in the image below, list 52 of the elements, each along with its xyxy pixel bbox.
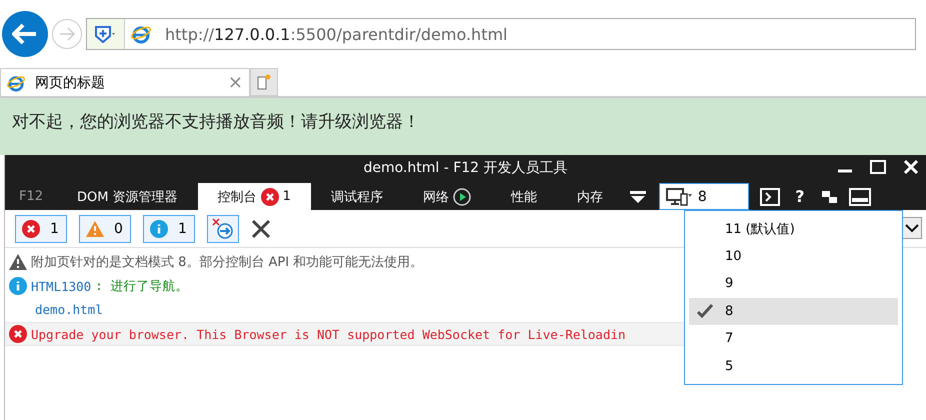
- info-icon: [150, 220, 168, 238]
- address-bar[interactable]: http://127.0.0.1:5500/parentdir/demo.html: [86, 18, 916, 50]
- info-icon: [9, 277, 27, 295]
- document-mode-dropdown[interactable]: 8: [658, 183, 749, 210]
- help-button[interactable]: ?: [784, 183, 815, 210]
- devtools-tab[interactable]: 控制台 1: [198, 183, 311, 210]
- error-icon: [9, 325, 27, 343]
- menu-option[interactable]: 11 (默认值): [689, 215, 898, 242]
- page-message: 对不起，您的浏览器不支持播放音频！请升级浏览器！: [0, 98, 926, 155]
- new-page-icon: [257, 74, 271, 90]
- menu-option[interactable]: 8: [689, 298, 898, 325]
- warning-icon: [86, 220, 104, 236]
- shield-icon[interactable]: [87, 19, 125, 49]
- devtools-tab[interactable]: 内存: [556, 183, 623, 210]
- console-message: Upgrade your browser. This Browser is NOT supported WebSocket for Live-Reloadin: [31, 326, 626, 342]
- menu-option[interactable]: 7: [689, 325, 898, 352]
- maximize-icon[interactable]: [870, 159, 886, 175]
- error-icon: [22, 220, 40, 238]
- error-icon: [260, 188, 279, 206]
- message-filter-button[interactable]: 1: [143, 214, 195, 242]
- devtools-tab[interactable]: 调试程序: [310, 183, 403, 210]
- close-icon[interactable]: [904, 159, 918, 175]
- source-link[interactable]: demo.html: [35, 302, 103, 317]
- new-tab-button[interactable]: [250, 68, 278, 96]
- devtools-tab[interactable]: 网络: [402, 183, 491, 210]
- menu-option[interactable]: 10: [689, 242, 898, 270]
- browser-logo-icon: [7, 74, 25, 92]
- tab-title: 网页的标题: [35, 74, 106, 92]
- browser-logo-icon: [131, 24, 151, 44]
- url-text: http://127.0.0.1:5500/parentdir/demo.html: [165, 24, 508, 44]
- menu-option[interactable]: 9: [689, 270, 898, 298]
- warning-icon: [9, 254, 27, 270]
- console-message: : 进行了导航。: [95, 278, 188, 294]
- devtools-tab[interactable]: DOM 资源管理器: [57, 183, 198, 210]
- devtools-title: demo.html - F12 开发人员工具: [363, 158, 568, 176]
- back-button[interactable]: [2, 11, 48, 57]
- clear-on-navigate-button[interactable]: [207, 214, 239, 242]
- monitor-icon: [666, 188, 692, 206]
- clear-icon[interactable]: [251, 218, 271, 238]
- message-code: HTML1300: [31, 278, 92, 294]
- expand-icon[interactable]: [902, 217, 922, 239]
- message-filter-button[interactable]: 0: [79, 214, 131, 242]
- arrow-left-icon: [12, 23, 38, 45]
- arrow-right-icon: [58, 26, 76, 42]
- checkmark-icon: [697, 304, 713, 318]
- close-tab-button[interactable]: ×: [228, 72, 243, 93]
- console-message: 附加页针对的是文档模式 8。部分控制台 API 和功能可能无法使用。: [31, 254, 424, 271]
- browser-tab[interactable]: 网页的标题 ×: [0, 68, 250, 96]
- message-filter-button[interactable]: 1: [15, 214, 67, 242]
- menu-option[interactable]: 5: [689, 352, 898, 380]
- devtools-tab[interactable]: 性能: [490, 183, 557, 210]
- brand-label: F12: [18, 188, 44, 206]
